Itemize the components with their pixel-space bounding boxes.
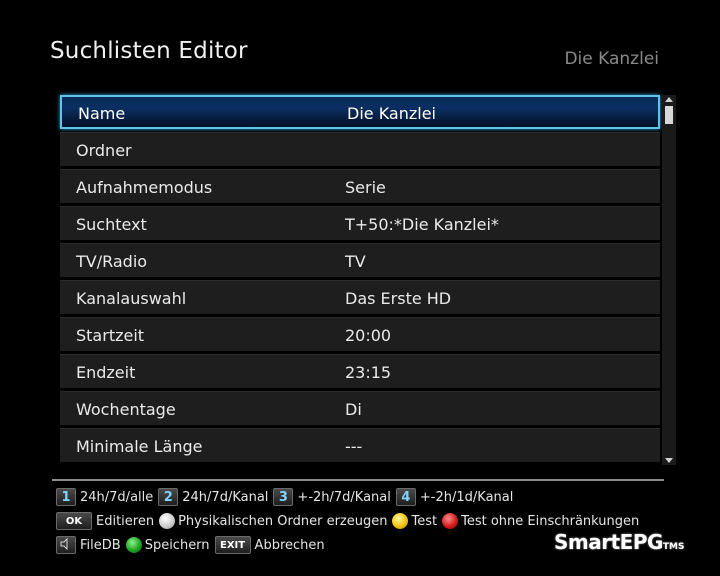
ok-key-label: Editieren xyxy=(96,513,155,529)
setting-row-endzeit[interactable]: Endzeit 23:15 xyxy=(60,354,660,388)
key-3-button[interactable]: 3 xyxy=(273,488,294,506)
setting-value: Das Erste HD xyxy=(345,289,452,308)
settings-list: Name Die Kanzlei Ordner Aufnahmemodus Se… xyxy=(60,95,660,465)
setting-label: Wochentage xyxy=(76,400,176,419)
page-subtitle: Die Kanzlei xyxy=(564,49,659,69)
setting-label: TV/Radio xyxy=(76,252,148,271)
page-title: Suchlisten Editor xyxy=(50,38,248,64)
smartepg-logo: SmartEPGTMS xyxy=(554,530,684,554)
green-button-icon[interactable] xyxy=(125,537,142,553)
setting-label: Ordner xyxy=(76,141,132,160)
speaker-key-icon[interactable] xyxy=(56,536,76,554)
scroll-down-arrow-icon[interactable] xyxy=(665,458,673,463)
scrollbar-thumb[interactable] xyxy=(665,106,673,124)
yellow-button-label: Test xyxy=(411,513,438,529)
help-line-1: 1 24h/7d/alle 2 24h/7d/Kanal 3 +-2h/7d/K… xyxy=(56,487,518,507)
setting-row-tv-radio[interactable]: TV/Radio TV xyxy=(60,243,660,277)
setting-row-ordner[interactable]: Ordner xyxy=(60,132,660,166)
green-button-label: Speichern xyxy=(144,537,210,553)
setting-value: 20:00 xyxy=(345,326,392,345)
logo-text: SmartEPG xyxy=(554,530,663,554)
logo-tm: TMS xyxy=(662,542,685,552)
setting-label: Name xyxy=(78,104,126,123)
setting-label: Endzeit xyxy=(76,363,136,382)
setting-label: Startzeit xyxy=(76,326,145,345)
exit-key-button[interactable]: EXIT xyxy=(214,536,251,554)
setting-label: Suchtext xyxy=(76,215,147,234)
help-line-2: OK Editieren Physikalischen Ordner erzeu… xyxy=(56,511,644,531)
setting-row-startzeit[interactable]: Startzeit 20:00 xyxy=(60,317,660,351)
footer-divider xyxy=(52,479,664,481)
list-scrollbar[interactable] xyxy=(662,95,676,465)
setting-value: T+50:*Die Kanzlei* xyxy=(345,215,499,234)
setting-row-name[interactable]: Name Die Kanzlei xyxy=(60,95,660,129)
setting-value: Serie xyxy=(345,178,386,197)
setting-value: Die Kanzlei xyxy=(347,104,436,123)
scroll-up-arrow-icon[interactable] xyxy=(665,97,673,102)
setting-row-minimale-laenge[interactable]: Minimale Länge --- xyxy=(60,428,660,462)
ok-key-button[interactable]: OK xyxy=(56,512,92,530)
yellow-button-icon[interactable] xyxy=(392,513,409,529)
setting-value: 23:15 xyxy=(345,363,392,382)
filedb-label: FileDB xyxy=(80,537,121,553)
setting-value: --- xyxy=(345,437,363,456)
key-4-label: +-2h/1d/Kanal xyxy=(419,489,514,505)
red-button-label: Test ohne Einschränkungen xyxy=(461,513,640,529)
setting-value: Di xyxy=(345,400,362,419)
setting-row-wochentage[interactable]: Wochentage Di xyxy=(60,391,660,425)
key-3-label: +-2h/7d/Kanal xyxy=(297,489,391,505)
setting-label: Aufnahmemodus xyxy=(76,178,213,197)
key-2-label: 24h/7d/Kanal xyxy=(182,489,269,505)
setting-label: Kanalauswahl xyxy=(76,289,187,308)
key-4-button[interactable]: 4 xyxy=(395,488,416,506)
setting-row-suchtext[interactable]: Suchtext T+50:*Die Kanzlei* xyxy=(60,206,660,240)
key-2-button[interactable]: 2 xyxy=(158,488,179,506)
speaker-icon xyxy=(60,537,68,551)
key-1-button[interactable]: 1 xyxy=(56,488,76,506)
red-button-icon[interactable] xyxy=(442,513,459,529)
white-button-icon[interactable] xyxy=(159,513,176,529)
setting-row-kanalauswahl[interactable]: Kanalauswahl Das Erste HD xyxy=(60,280,660,314)
setting-value: TV xyxy=(345,252,366,271)
help-line-3: FileDB Speichern EXIT Abbrechen xyxy=(56,535,330,555)
setting-row-aufnahmemodus[interactable]: Aufnahmemodus Serie xyxy=(60,169,660,203)
key-1-label: 24h/7d/alle xyxy=(80,489,154,505)
white-button-label: Physikalischen Ordner erzeugen xyxy=(178,513,388,529)
exit-key-label: Abbrechen xyxy=(254,537,325,553)
setting-label: Minimale Länge xyxy=(76,437,203,456)
